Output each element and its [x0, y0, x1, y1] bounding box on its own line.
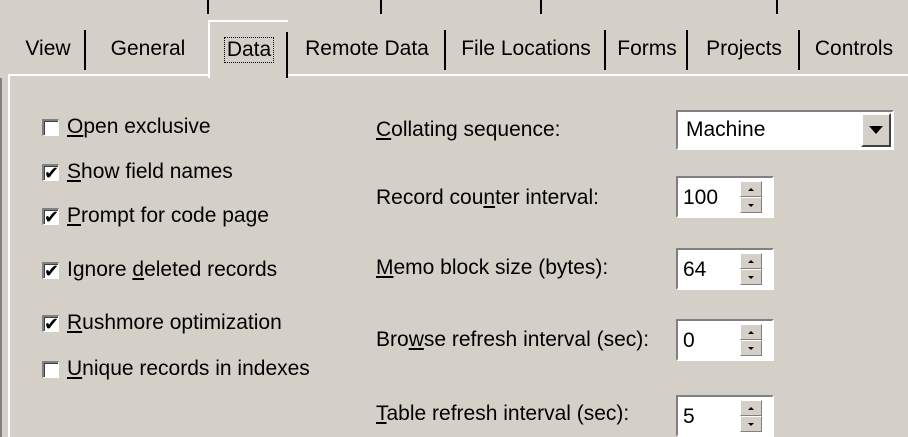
collating-sequence-value: Machine [686, 118, 766, 141]
checkbox-label: Rushmore optimization [67, 311, 282, 334]
arrow-down-icon [748, 203, 754, 207]
tab-label: Projects [706, 37, 782, 60]
checkbox-label: Show field names [67, 160, 233, 183]
tab-label: File Locations [461, 37, 591, 60]
arrow-up-icon [748, 406, 754, 410]
spin-up-button[interactable] [740, 181, 762, 197]
tab-strip-upper-row [0, 0, 908, 20]
tab-forms[interactable]: Forms [606, 24, 688, 74]
spinner-buttons [740, 253, 762, 285]
tab-row: View General Data Remote Data File Locat… [10, 20, 908, 78]
checkbox-box[interactable] [42, 118, 59, 136]
tab-divider [540, 0, 542, 14]
tab-general[interactable]: General [86, 24, 210, 74]
tab-controls[interactable]: Controls [800, 24, 908, 74]
checkbox-label: Open exclusive [67, 115, 211, 138]
checkbox-ignore-deleted-records[interactable]: ✔ Ignore deleted records [42, 255, 277, 285]
spin-up-button[interactable] [740, 324, 762, 340]
spinner-value: 0 [683, 329, 695, 352]
panel-left-edge [0, 78, 2, 437]
record-counter-label: Record counter interval: [376, 186, 599, 209]
collating-sequence-select[interactable]: Machine [676, 110, 894, 150]
arrow-up-icon [748, 187, 754, 191]
checkbox-box[interactable]: ✔ [42, 206, 60, 227]
checkbox-label: Ignore deleted records [67, 258, 278, 281]
spin-up-button[interactable] [740, 400, 762, 416]
dropdown-button[interactable] [861, 113, 891, 147]
spinner-value: 64 [683, 258, 707, 281]
checkbox-box[interactable]: ✔ [42, 313, 60, 334]
checkbox-rushmore-optimization[interactable]: ✔ Rushmore optimization [42, 308, 282, 338]
tab-label: View [25, 37, 71, 60]
spinner-value: 5 [683, 405, 695, 428]
check-mark-icon: ✔ [44, 260, 60, 281]
tab-projects[interactable]: Projects [688, 24, 800, 74]
memo-block-size-label: Memo block size (bytes): [376, 256, 609, 279]
table-refresh-spinner[interactable]: 5 [676, 395, 774, 437]
tab-divider [776, 0, 778, 14]
checkbox-box[interactable]: ✔ [42, 260, 60, 281]
tab-label: Remote Data [305, 37, 429, 60]
tab-data[interactable]: Data [208, 20, 288, 78]
tab-label: Data [223, 37, 275, 63]
memo-block-size-spinner[interactable]: 64 [676, 248, 774, 290]
spinner-buttons [740, 324, 762, 356]
spinner-buttons [740, 181, 762, 213]
check-mark-icon: ✔ [44, 162, 60, 183]
arrow-up-icon [748, 259, 754, 263]
spin-down-button[interactable] [740, 197, 762, 213]
arrow-up-icon [748, 330, 754, 334]
tab-file-locations[interactable]: File Locations [446, 24, 606, 74]
spin-down-button[interactable] [740, 269, 762, 285]
tab-divider [207, 0, 209, 14]
tab-label: Controls [814, 37, 894, 60]
check-mark-icon: ✔ [44, 206, 60, 227]
checkbox-box[interactable] [42, 360, 59, 378]
checkbox-label: Prompt for code page [67, 204, 269, 227]
collating-sequence-label: Collating sequence: [376, 118, 561, 141]
check-mark-icon: ✔ [44, 313, 60, 334]
arrow-down-icon [748, 346, 754, 350]
tab-remote-data[interactable]: Remote Data [288, 24, 446, 74]
table-refresh-label: Table refresh interval (sec): [376, 402, 630, 425]
spin-down-button[interactable] [740, 416, 762, 432]
spinner-value: 100 [683, 186, 719, 209]
checkbox-show-field-names[interactable]: ✔ Show field names [42, 157, 233, 187]
checkbox-label: Unique records in indexes [67, 357, 310, 380]
chevron-down-icon [869, 126, 883, 134]
record-counter-spinner[interactable]: 100 [676, 176, 774, 218]
browse-refresh-label: Browse refresh interval (sec): [376, 328, 650, 351]
tab-label: Forms [617, 37, 677, 60]
arrow-down-icon [748, 422, 754, 426]
spin-down-button[interactable] [740, 340, 762, 356]
arrow-down-icon [748, 275, 754, 279]
checkbox-prompt-code-page[interactable]: ✔ Prompt for code page [42, 201, 269, 231]
checkbox-open-exclusive[interactable]: Open exclusive [42, 112, 211, 142]
checkbox-box[interactable]: ✔ [42, 162, 60, 183]
tab-view[interactable]: View [10, 24, 86, 74]
checkbox-unique-records[interactable]: Unique records in indexes [42, 354, 310, 384]
tab-separator [286, 32, 288, 78]
spin-up-button[interactable] [740, 253, 762, 269]
tab-label: General [110, 37, 186, 60]
browse-refresh-spinner[interactable]: 0 [676, 319, 774, 361]
tab-divider [380, 0, 382, 14]
spinner-buttons [740, 400, 762, 432]
